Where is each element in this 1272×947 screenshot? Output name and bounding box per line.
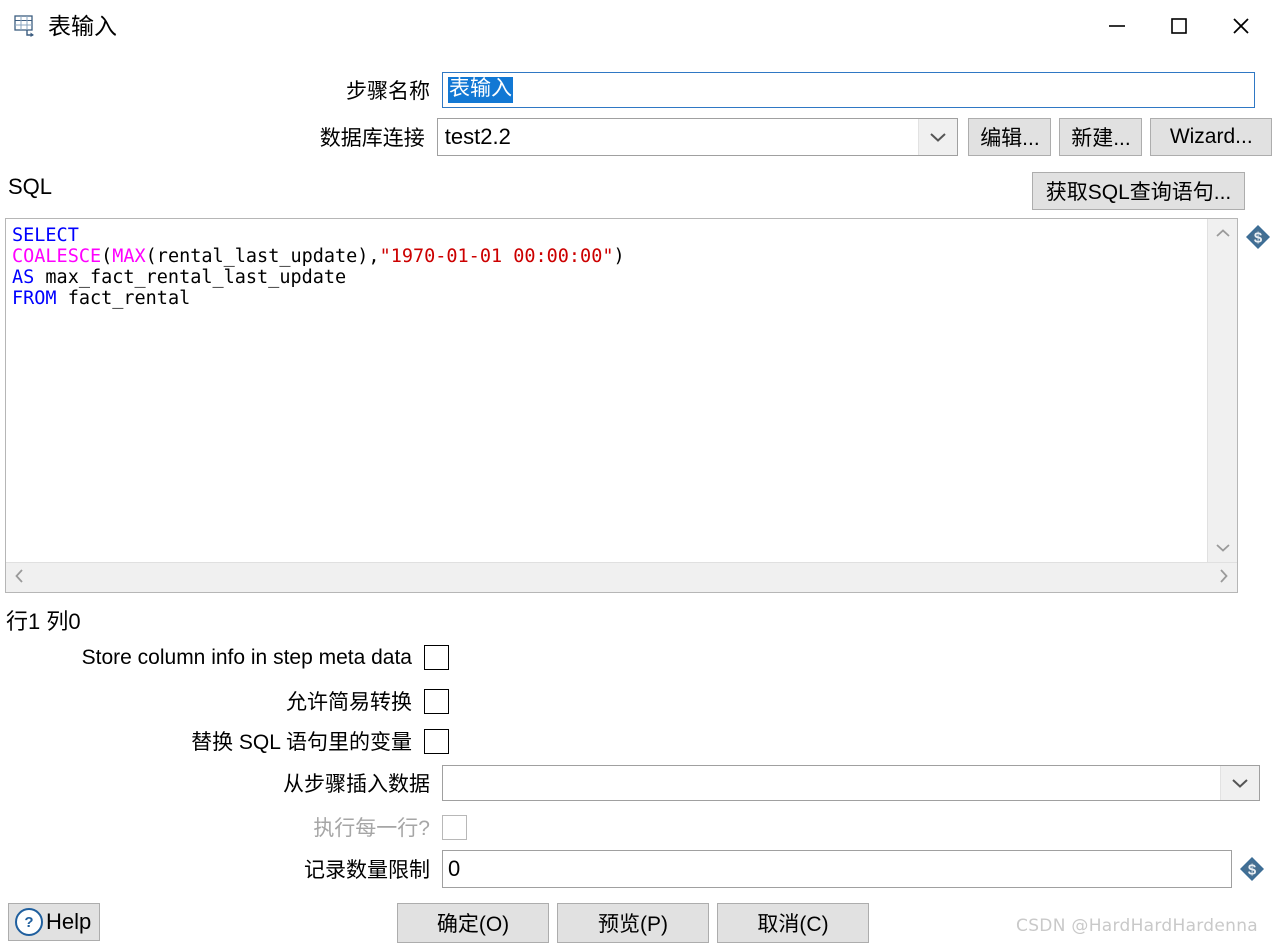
minimize-icon[interactable] — [1086, 0, 1148, 52]
variable-dollar-icon[interactable]: $ — [1245, 224, 1271, 250]
table-input-icon — [13, 13, 39, 39]
scroll-up-icon[interactable] — [1215, 225, 1231, 242]
variable-dollar-icon[interactable]: $ — [1239, 856, 1265, 882]
window-controls — [1086, 0, 1272, 52]
get-sql-query-button[interactable]: 获取SQL查询语句... — [1032, 172, 1245, 210]
insert-data-from-step-row: 从步骤插入数据 — [0, 765, 1272, 801]
watermark: CSDN @HardHardHardenna — [1016, 916, 1258, 936]
execute-each-row-checkbox — [442, 814, 467, 840]
connection-value: test2.2 — [444, 124, 511, 149]
edit-connection-button[interactable]: 编辑... — [968, 118, 1052, 156]
connection-label: 数据库连接 — [319, 127, 425, 150]
step-name-row: 步骤名称 表输入 — [0, 72, 1272, 108]
store-column-info-row: Store column info in step meta data — [0, 645, 1272, 670]
cursor-position-status: 行1 列0 — [6, 609, 81, 634]
preview-button[interactable]: 预览(P) — [557, 903, 709, 943]
connection-combo[interactable]: test2.2 — [436, 118, 959, 156]
sql-section-label: SQL — [8, 174, 53, 199]
store-column-info-checkbox[interactable] — [424, 645, 449, 670]
replace-variables-row: 替换 SQL 语句里的变量 — [0, 726, 1272, 756]
lazy-conversion-checkbox[interactable] — [424, 688, 449, 714]
insert-data-from-step-value — [443, 766, 1220, 800]
execute-each-row-label: 执行每一行? — [313, 817, 430, 840]
chevron-down-icon[interactable] — [1220, 766, 1259, 800]
maximize-icon[interactable] — [1148, 0, 1210, 52]
svg-text:$: $ — [1254, 230, 1263, 247]
ok-button[interactable]: 确定(O) — [397, 903, 549, 943]
limit-value: 0 — [448, 856, 461, 881]
scroll-left-icon[interactable] — [14, 568, 25, 587]
help-button[interactable]: ? Help — [8, 903, 101, 941]
scroll-down-icon[interactable] — [1215, 539, 1231, 556]
insert-data-from-step-label: 从步骤插入数据 — [283, 773, 430, 796]
limit-row: 记录数量限制 0 $ — [0, 850, 1272, 888]
help-label: Help — [46, 909, 92, 934]
close-icon[interactable] — [1210, 0, 1272, 52]
lazy-conversion-label: 允许简易转换 — [286, 691, 412, 714]
limit-input[interactable]: 0 — [442, 850, 1232, 888]
svg-text:$: $ — [1248, 862, 1257, 879]
sql-vertical-scrollbar[interactable] — [1207, 219, 1237, 562]
chevron-down-icon[interactable] — [918, 119, 958, 155]
new-connection-button[interactable]: 新建... — [1059, 118, 1143, 156]
cancel-button[interactable]: 取消(C) — [717, 903, 869, 943]
lazy-conversion-row: 允许简易转换 — [0, 686, 1272, 716]
step-name-input[interactable]: 表输入 — [442, 72, 1255, 108]
store-column-info-label: Store column info in step meta data — [81, 645, 412, 669]
window-title: 表输入 — [48, 12, 117, 39]
sql-code[interactable]: SELECT COALESCE(MAX(rental_last_update),… — [6, 219, 1207, 562]
title-bar: 表输入 — [0, 0, 1272, 52]
insert-data-from-step-combo[interactable] — [442, 765, 1260, 801]
sql-editor-body: SELECT COALESCE(MAX(rental_last_update),… — [6, 219, 1237, 562]
step-name-label: 步骤名称 — [346, 80, 430, 103]
connection-row: 数据库连接 test2.2 编辑... 新建... Wizard... — [0, 118, 1272, 156]
scroll-right-icon[interactable] — [1218, 568, 1229, 587]
limit-label: 记录数量限制 — [304, 859, 430, 882]
help-question-icon: ? — [15, 908, 43, 936]
replace-variables-checkbox[interactable] — [424, 728, 449, 754]
sql-editor[interactable]: SELECT COALESCE(MAX(rental_last_update),… — [5, 218, 1238, 593]
execute-each-row-row: 执行每一行? — [0, 812, 1272, 842]
replace-variables-label: 替换 SQL 语句里的变量 — [191, 731, 412, 754]
footer-buttons: 确定(O) 预览(P) 取消(C) — [397, 903, 869, 943]
wizard-button[interactable]: Wizard... — [1150, 118, 1272, 156]
step-name-value: 表输入 — [448, 76, 513, 104]
sql-horizontal-scrollbar[interactable] — [6, 562, 1237, 592]
